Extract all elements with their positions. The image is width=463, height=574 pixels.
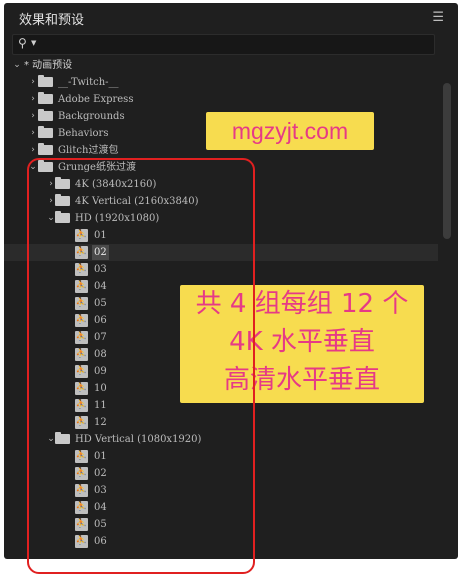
tree-item-label: Glitch过渡包 <box>58 145 119 156</box>
chevron-down-icon[interactable]: ▼ <box>31 39 36 47</box>
folder-icon <box>38 126 53 138</box>
watermark-label: mgzyjt.com <box>206 112 374 150</box>
chevron-right-icon[interactable]: › <box>28 126 38 140</box>
tree-root[interactable]: ⌄ * 动画预设 <box>4 57 438 74</box>
panel-title: 效果和预设 <box>19 13 85 28</box>
scrollbar-thumb[interactable] <box>443 83 451 239</box>
tree-item-label: __-Twitch-__ <box>58 77 119 88</box>
folder-icon <box>38 92 53 104</box>
folder-icon <box>38 143 53 155</box>
folder-item[interactable]: › __-Twitch-__ <box>4 74 438 91</box>
chevron-right-icon[interactable]: › <box>28 75 38 89</box>
hamburger-menu-icon[interactable]: ☰ <box>432 10 444 25</box>
chevron-down-icon[interactable]: ⌄ <box>12 58 22 72</box>
folder-icon <box>38 75 53 87</box>
search-input[interactable]: ⚲ ▼ <box>12 34 435 55</box>
chevron-right-icon[interactable]: › <box>28 143 38 157</box>
chevron-right-icon[interactable]: › <box>28 92 38 106</box>
tree-item-label: Behaviors <box>58 128 109 139</box>
tree-item-label: * 动画预设 <box>24 60 73 71</box>
highlight-outline <box>27 158 255 574</box>
folder-item[interactable]: › Adobe Express <box>4 91 438 108</box>
panel-header: 效果和预设 ☰ <box>4 3 458 31</box>
tree-item-label: Adobe Express <box>58 94 134 105</box>
folder-icon <box>38 109 53 121</box>
search-icon[interactable]: ⚲ <box>18 36 27 50</box>
chevron-right-icon[interactable]: › <box>28 109 38 123</box>
vertical-scrollbar[interactable] <box>440 59 454 559</box>
tree-item-label: Backgrounds <box>58 111 125 122</box>
